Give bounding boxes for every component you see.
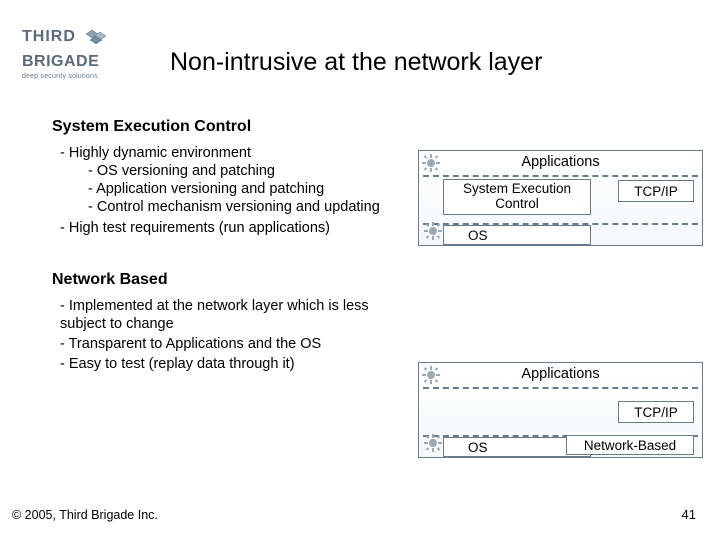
section2-heading: Network Based xyxy=(52,271,392,289)
diagram1-applications: Applications xyxy=(419,154,702,170)
bullet: Easy to test (replay data through it) xyxy=(60,355,392,373)
bullet: Transparent to Applications and the OS xyxy=(60,335,392,353)
diagram2-tcpip-box: TCP/IP xyxy=(618,401,694,423)
diagram-system-execution: Applications System Execution Control TC… xyxy=(418,150,703,246)
bullet-text: Easy to test (replay data through it) xyxy=(69,356,295,372)
diagram2-network-based-box: Network-Based xyxy=(566,435,694,455)
gear-icon xyxy=(424,222,442,240)
bullet: Highly dynamic environment OS versioning… xyxy=(60,144,392,217)
bullet: Implemented at the network layer which i… xyxy=(60,297,392,333)
gear-icon xyxy=(422,154,440,172)
divider xyxy=(423,175,698,177)
section1-heading: System Execution Control xyxy=(52,118,392,136)
diagram-network-based: Applications TCP/IP OS Network-Based xyxy=(418,362,703,458)
bullet-text: Transparent to Applications and the OS xyxy=(69,336,322,352)
logo: THIRD BRIGADE deep security solutions xyxy=(22,28,142,80)
sub-bullet: OS versioning and patching xyxy=(88,162,392,180)
gear-icon xyxy=(424,434,442,452)
diagram2-applications: Applications xyxy=(419,366,702,382)
logo-line1: THIRD xyxy=(22,28,76,46)
diagram1-tcpip-box: TCP/IP xyxy=(618,180,694,202)
sub-bullet: Application versioning and patching xyxy=(88,180,392,198)
bullet: High test requirements (run applications… xyxy=(60,219,392,237)
logo-cube-icon xyxy=(84,28,110,55)
diagram1-sec-box: System Execution Control xyxy=(443,179,591,215)
footer-copyright: © 2005, Third Brigade Inc. xyxy=(12,508,158,522)
gear-icon xyxy=(422,366,440,384)
slide-title: Non-intrusive at the network layer xyxy=(170,48,542,77)
diagram1-os-box: OS xyxy=(443,225,591,245)
footer-page-number: 41 xyxy=(682,507,696,522)
sub-bullet-text: Control mechanism versioning and updatin… xyxy=(97,199,380,215)
bullet-text: Highly dynamic environment xyxy=(69,145,251,161)
bullet-text: Implemented at the network layer which i… xyxy=(60,298,369,332)
divider xyxy=(423,387,698,389)
sub-bullet-text: Application versioning and patching xyxy=(96,181,324,197)
logo-line2: BRIGADE xyxy=(22,53,142,71)
sub-bullet: Control mechanism versioning and updatin… xyxy=(88,198,392,216)
logo-tagline: deep security solutions xyxy=(22,73,142,80)
sub-bullet-text: OS versioning and patching xyxy=(97,163,275,179)
bullet-text: High test requirements (run applications… xyxy=(69,220,330,236)
slide-body: System Execution Control Highly dynamic … xyxy=(52,118,392,375)
